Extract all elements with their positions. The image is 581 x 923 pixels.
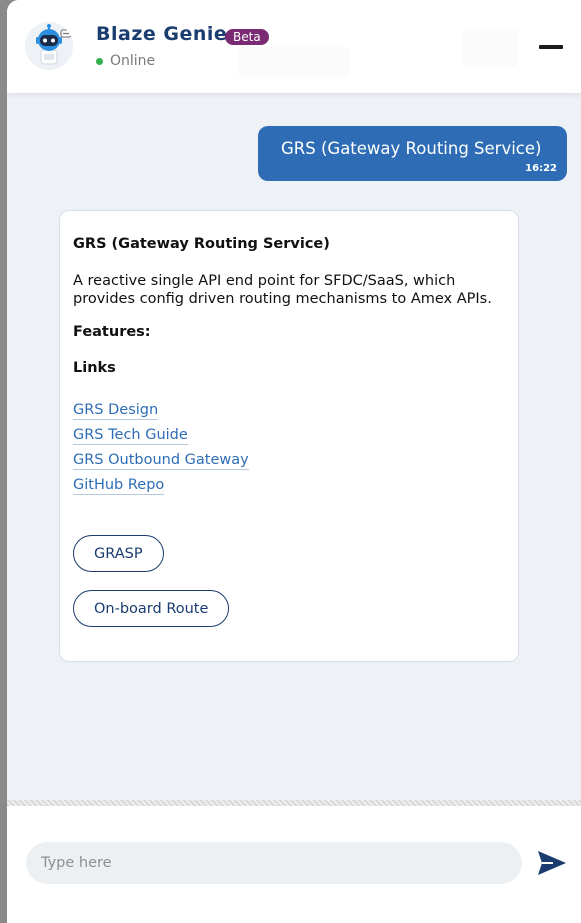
- chat-header: Blaze Genie Beta Online: [7, 0, 581, 93]
- user-message-text: GRS (Gateway Routing Service): [281, 139, 542, 158]
- app-title: Blaze Genie: [96, 23, 228, 45]
- status-text: Online: [110, 53, 156, 69]
- composer: [7, 806, 581, 923]
- message-timestamp: 16:22: [525, 163, 557, 174]
- bot-message: GRS (Gateway Routing Service) A reactive…: [59, 210, 519, 662]
- header-placeholder-button[interactable]: [462, 29, 518, 67]
- links-heading: Links: [73, 360, 116, 376]
- bot-message-title: GRS (Gateway Routing Service): [73, 236, 330, 252]
- link-github-repo[interactable]: GitHub Repo: [73, 477, 165, 495]
- send-icon[interactable]: [537, 850, 567, 876]
- features-heading: Features:: [73, 324, 151, 340]
- online-status-icon: [96, 58, 103, 65]
- robot-icon: [25, 22, 73, 70]
- user-message: GRS (Gateway Routing Service) 16:22: [258, 126, 567, 181]
- chat-window: Blaze Genie Beta Online GRS (Gateway Rou…: [7, 0, 581, 923]
- bot-message-description: A reactive single API end point for SFDC…: [73, 273, 492, 307]
- link-grs-tech-guide[interactable]: GRS Tech Guide: [73, 427, 188, 445]
- beta-badge: Beta: [225, 29, 269, 45]
- link-grs-outbound-gateway[interactable]: GRS Outbound Gateway: [73, 452, 249, 470]
- message-area[interactable]: GRS (Gateway Routing Service) 16:22 GRS …: [7, 93, 581, 800]
- header-placeholder-block: [237, 47, 350, 77]
- onboard-route-button[interactable]: On-board Route: [73, 590, 230, 627]
- minimize-icon[interactable]: [539, 45, 563, 49]
- message-input[interactable]: [26, 842, 522, 884]
- grasp-button[interactable]: GRASP: [73, 535, 164, 572]
- link-grs-design[interactable]: GRS Design: [73, 402, 159, 420]
